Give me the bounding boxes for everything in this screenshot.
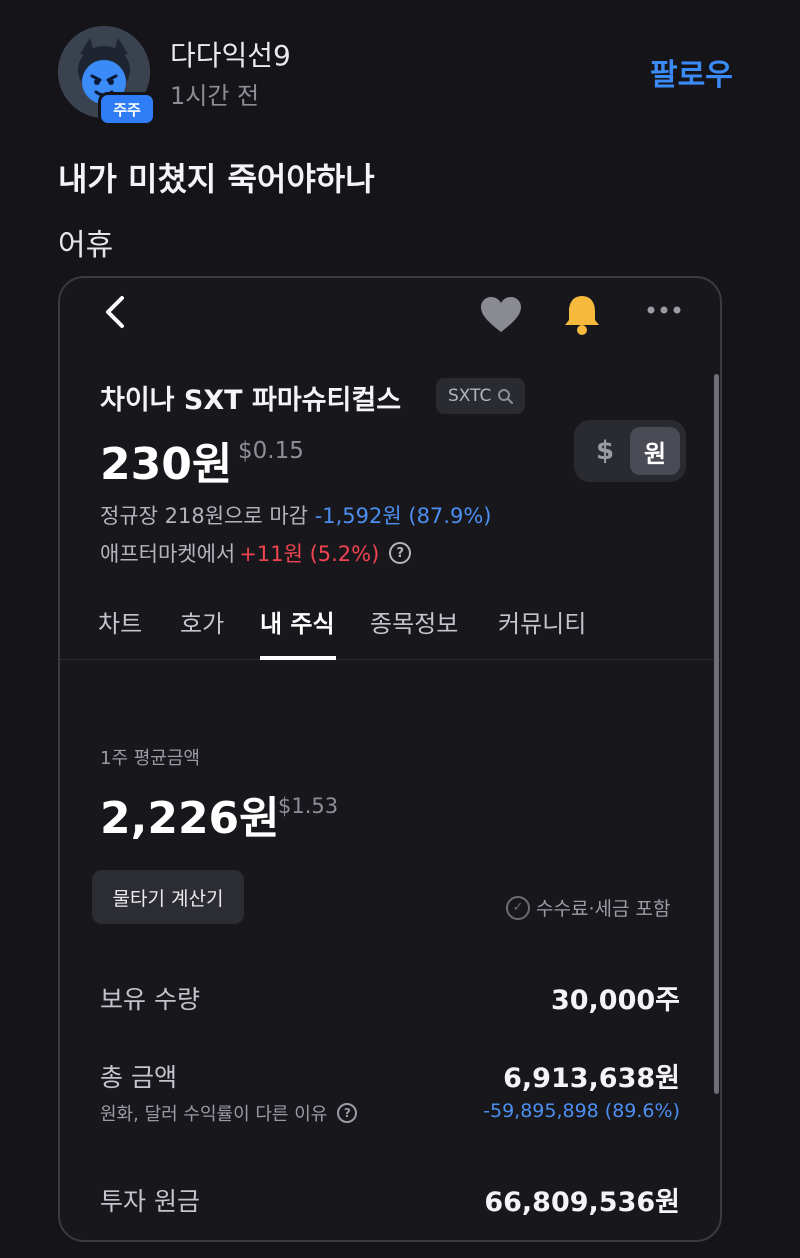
- post-time: 1시간 전: [170, 82, 260, 110]
- current-price: 230원: [100, 439, 233, 490]
- principal-label: 투자 원금: [100, 1187, 200, 1216]
- quantity-label: 보유 수량: [100, 985, 200, 1014]
- bell-icon[interactable]: [562, 292, 602, 336]
- active-tab-indicator: [260, 656, 336, 660]
- quantity-value: 30,000주: [550, 985, 680, 1016]
- tab-chart[interactable]: 차트: [98, 604, 142, 639]
- heart-icon[interactable]: [480, 296, 522, 334]
- shareholder-badge: 주주: [98, 92, 156, 126]
- post-body: 어휴: [58, 228, 114, 263]
- ticker-search-chip[interactable]: SXTC: [436, 378, 526, 414]
- fx-return-note[interactable]: 원화, 달러 수익률이 다른 이유 ?: [100, 1100, 358, 1126]
- tab-orderbook[interactable]: 호가: [180, 604, 224, 639]
- avg-price-value: 2,226원: [100, 793, 280, 844]
- stock-name: 차이나 SXT 파마슈티컬스: [100, 385, 402, 416]
- averaging-calculator-button[interactable]: 물타기 계산기: [92, 870, 244, 924]
- regular-close-change: -1,592원 (87.9%): [314, 504, 492, 528]
- post-title: 내가 미쳤지 죽어야하나: [58, 160, 375, 198]
- post-page: 주주 다다익선9 1시간 전 팔로우 내가 미쳤지 죽어야하나 어휴 차이나 S…: [0, 0, 800, 1258]
- currency-toggle[interactable]: $ 원: [574, 420, 686, 482]
- fee-note-label: 수수료·세금 포함: [536, 898, 671, 920]
- aftermarket-change: +11원 (5.2%): [239, 542, 380, 566]
- aftermarket-text: 애프터마켓에서: [100, 542, 236, 566]
- help-icon[interactable]: ?: [337, 1103, 358, 1123]
- tab-community[interactable]: 커뮤니티: [498, 604, 586, 639]
- help-icon[interactable]: ?: [389, 542, 412, 564]
- tab-my-stock[interactable]: 내 주식: [260, 604, 335, 639]
- principal-value: 66,809,536원: [484, 1187, 680, 1218]
- currency-dollar-option[interactable]: $: [580, 436, 630, 466]
- tab-stock-info[interactable]: 종목정보: [370, 604, 458, 639]
- aftermarket-line: 애프터마켓에서 +11원 (5.2%) ?: [100, 538, 412, 568]
- regular-close-line: 정규장 218원으로 마감 -1,592원 (87.9%): [100, 500, 491, 530]
- total-amount-label: 총 금액: [100, 1063, 177, 1092]
- regular-close-text: 정규장 218원으로 마감: [100, 504, 308, 528]
- avg-price-usd: $1.53: [278, 794, 339, 818]
- back-icon[interactable]: [100, 292, 130, 332]
- stock-tabs: 차트 호가 내 주식 종목정보 커뮤니티: [60, 594, 720, 660]
- check-icon: ✓: [506, 895, 530, 920]
- scrollbar[interactable]: [714, 374, 719, 1094]
- ticker-label: SXTC: [448, 386, 492, 406]
- current-price-usd: $0.15: [238, 438, 304, 464]
- attached-screenshot[interactable]: 차이나 SXT 파마슈티컬스 SXTC 230원 $0.15 $ 원 정규장 2…: [58, 276, 722, 1242]
- total-amount-value: 6,913,638원: [503, 1063, 680, 1094]
- total-return: -59,895,898 (89.6%): [483, 1100, 680, 1122]
- search-icon: [498, 389, 514, 404]
- currency-won-option[interactable]: 원: [630, 427, 680, 475]
- more-icon[interactable]: [646, 304, 682, 316]
- avg-price-label: 1주 평균금액: [100, 748, 200, 769]
- fee-included-toggle[interactable]: ✓ 수수료·세금 포함: [506, 894, 670, 921]
- follow-button[interactable]: 팔로우: [650, 50, 733, 94]
- fx-note-label: 원화, 달러 수익률이 다른 이유: [100, 1104, 328, 1125]
- author-name[interactable]: 다다익선9: [170, 34, 291, 74]
